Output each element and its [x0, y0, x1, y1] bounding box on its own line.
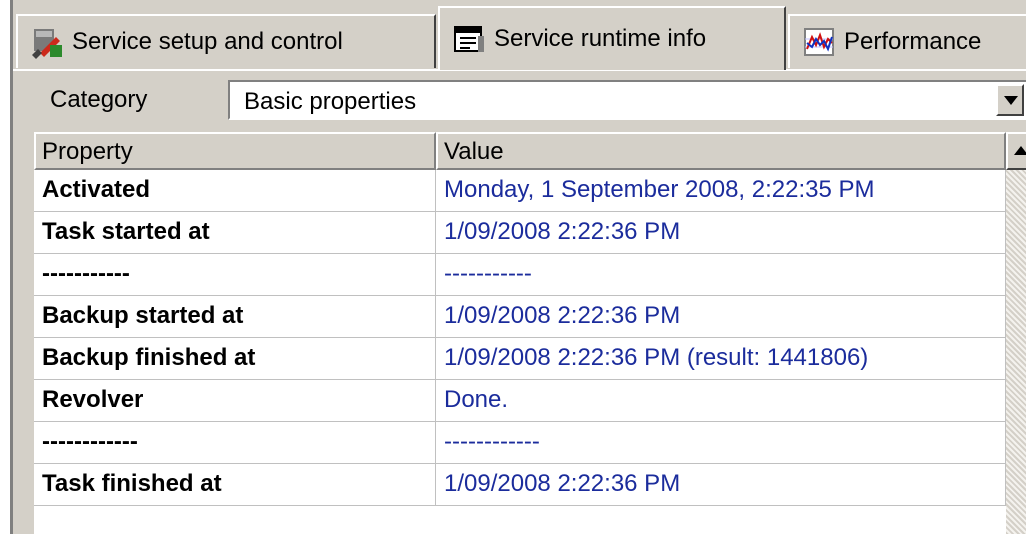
- column-header-property[interactable]: Property: [34, 132, 436, 170]
- scroll-up-arrow-icon[interactable]: [1006, 132, 1026, 170]
- category-selected-value: Basic properties: [244, 88, 417, 115]
- tools-icon: [30, 25, 64, 59]
- property-cell: Backup started at: [34, 296, 436, 338]
- window-left-border: [10, 0, 13, 534]
- value-cell: ------------: [436, 422, 1006, 464]
- tab-performance-label: Performance: [844, 28, 982, 55]
- vertical-scrollbar[interactable]: [1006, 132, 1026, 534]
- table-row[interactable]: Backup started at 1/09/2008 2:22:36 PM: [34, 296, 1006, 338]
- property-cell: -----------: [34, 254, 436, 296]
- tab-performance[interactable]: Performance: [788, 14, 1026, 68]
- value-cell: Monday, 1 September 2008, 2:22:35 PM: [436, 170, 1006, 212]
- property-cell: Backup finished at: [34, 338, 436, 380]
- table-row[interactable]: Backup finished at 1/09/2008 2:22:36 PM …: [34, 338, 1006, 380]
- category-dropdown[interactable]: Basic properties: [228, 80, 1026, 120]
- properties-list[interactable]: Property Value Activated Monday, 1 Septe…: [34, 132, 1026, 534]
- table-row[interactable]: Task started at 1/09/2008 2:22:36 PM: [34, 212, 1006, 254]
- tab-bar: Service setup and control Service runtim…: [10, 0, 1026, 70]
- property-cell: Task finished at: [34, 464, 436, 506]
- tab-service-runtime-info[interactable]: Service runtime info: [438, 6, 786, 70]
- column-header-value[interactable]: Value: [436, 132, 1006, 170]
- value-cell: 1/09/2008 2:22:36 PM: [436, 212, 1006, 254]
- tab-service-setup-label: Service setup and control: [72, 28, 343, 55]
- table-row[interactable]: Revolver Done.: [34, 380, 1006, 422]
- table-rows: Activated Monday, 1 September 2008, 2:22…: [34, 170, 1006, 506]
- category-label: Category: [50, 86, 148, 113]
- table-row[interactable]: Activated Monday, 1 September 2008, 2:22…: [34, 170, 1006, 212]
- tab-service-setup[interactable]: Service setup and control: [16, 14, 436, 68]
- value-cell: 1/09/2008 2:22:36 PM: [436, 296, 1006, 338]
- value-cell: 1/09/2008 2:22:36 PM: [436, 464, 1006, 506]
- info-window-icon: [452, 22, 486, 56]
- service-window: Service setup and control Service runtim…: [10, 0, 1026, 534]
- table-row[interactable]: Task finished at 1/09/2008 2:22:36 PM: [34, 464, 1006, 506]
- property-cell: ------------: [34, 422, 436, 464]
- chart-icon: [802, 25, 836, 59]
- table-row[interactable]: ------------ ------------: [34, 422, 1006, 464]
- property-cell: Task started at: [34, 212, 436, 254]
- property-cell: Activated: [34, 170, 436, 212]
- property-cell: Revolver: [34, 380, 436, 422]
- table-row[interactable]: ----------- -----------: [34, 254, 1006, 296]
- chevron-down-icon[interactable]: [996, 84, 1024, 116]
- value-cell: 1/09/2008 2:22:36 PM (result: 1441806): [436, 338, 1006, 380]
- value-cell: -----------: [436, 254, 1006, 296]
- tab-service-runtime-info-label: Service runtime info: [494, 25, 707, 52]
- value-cell: Done.: [436, 380, 1006, 422]
